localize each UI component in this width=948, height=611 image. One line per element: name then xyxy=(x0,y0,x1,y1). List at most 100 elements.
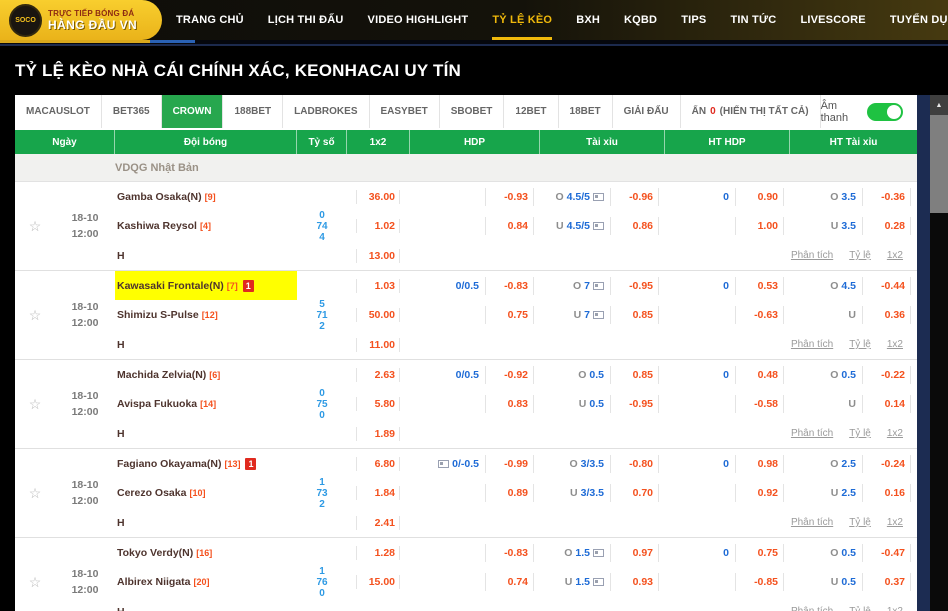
nav-item-bxh[interactable]: BXH xyxy=(576,0,600,40)
home-team-cell[interactable]: Fagiano Okayama(N) [13] 1 xyxy=(115,449,297,478)
tab-easybet[interactable]: EASYBET xyxy=(370,95,440,128)
away-team-cell[interactable]: Shimizu S-Pulse [12] xyxy=(115,300,297,330)
team-rank: [9] xyxy=(204,191,216,202)
sound-toggle[interactable] xyxy=(867,102,903,121)
x12-odds-cell: 2.41 xyxy=(347,508,410,537)
nav-item-tips[interactable]: TIPS xyxy=(681,0,706,40)
link-phan-tich[interactable]: Phân tích xyxy=(791,606,833,611)
handicap-value: 2.5 xyxy=(841,457,856,470)
score-value: 4 xyxy=(319,231,325,243)
favorite-star-icon[interactable]: ☆ xyxy=(15,271,55,359)
nav-item-lich-thi-dau[interactable]: LỊCH THI ĐẤU xyxy=(268,0,344,40)
match-row: ☆ 18-10 12:00 Machida Zelvia(N) [6] Avispa Fu… xyxy=(15,360,917,449)
over-under-odds-cell: O 7 -0.95 xyxy=(540,271,665,300)
ht-hdp-odds-cell: -0.58 xyxy=(665,389,790,419)
link-ty-le[interactable]: Tỷ lệ xyxy=(849,339,871,350)
home-team-cell[interactable]: Machida Zelvia(N) [6] xyxy=(115,360,297,389)
favorite-star-icon[interactable]: ☆ xyxy=(15,360,55,448)
handicap-area xyxy=(665,217,736,235)
scrollbar-thumb[interactable] xyxy=(930,115,948,213)
handicap-value: 0 xyxy=(723,546,729,559)
link-phan-tich[interactable]: Phân tích xyxy=(791,250,833,261)
handicap-area: U 2.5 xyxy=(790,484,863,502)
handicap-area: 0/0.5 xyxy=(410,276,486,295)
nav-item-livescore[interactable]: LIVESCORE xyxy=(800,0,865,40)
score-stats: 1 73 2 xyxy=(297,449,347,537)
tab-12bet[interactable]: 12BET xyxy=(504,95,559,128)
away-team-cell[interactable]: Kashiwa Reysol [4] xyxy=(115,211,297,241)
away-team-cell[interactable]: Avispa Fukuoka [14] xyxy=(115,389,297,419)
link-ty-le[interactable]: Tỷ lệ xyxy=(849,428,871,439)
score-value: 0 xyxy=(319,387,325,399)
link-phan-tich[interactable]: Phân tích xyxy=(791,517,833,528)
link-ty-le[interactable]: Tỷ lệ xyxy=(849,606,871,611)
match-links: Phân tích Tỷ lệ 1x2 xyxy=(665,508,917,537)
nav-item-video-highlight[interactable]: VIDEO HIGHLIGHT xyxy=(368,0,469,40)
tab-giai-dau[interactable]: GIẢI ĐẤU xyxy=(613,95,681,128)
favorite-star-icon[interactable]: ☆ xyxy=(15,449,55,537)
link-phan-tich[interactable]: Phân tích xyxy=(791,428,833,439)
tab-bet365[interactable]: BET365 xyxy=(102,95,162,128)
hidden-suffix: (HIỂN THỊ TẤT CẢ) xyxy=(719,106,809,117)
league-header[interactable]: VDQG Nhật Bản xyxy=(15,154,917,182)
handicap-area: O 1.5 xyxy=(540,543,611,562)
hidden-label: ẨN xyxy=(691,106,707,117)
odds-value: -0.95 xyxy=(611,276,659,295)
match-row: ☆ 18-10 12:00 Fagiano Okayama(N) [13] 1 Cerezo… xyxy=(15,449,917,538)
x12-odds-cell: 36.00 xyxy=(347,182,410,211)
nav-item-tuyen-dung[interactable]: TUYỂN DỤNG xyxy=(890,0,948,40)
link-1x2[interactable]: 1x2 xyxy=(887,339,903,350)
site-logo[interactable]: SOCO TRỰC TIẾP BÓNG ĐÁ HÀNG ĐẦU VN xyxy=(0,0,162,40)
home-team-cell[interactable]: Tokyo Verdy(N) [16] xyxy=(115,538,297,567)
link-1x2[interactable]: 1x2 xyxy=(887,428,903,439)
handicap-area xyxy=(410,395,486,413)
ht-hdp-odds-cell: 0 0.90 xyxy=(665,182,790,211)
link-ty-le[interactable]: Tỷ lệ xyxy=(849,250,871,261)
draw-row-label: H xyxy=(117,249,125,262)
odds-value: -0.99 xyxy=(486,454,534,473)
link-phan-tich[interactable]: Phân tích xyxy=(791,339,833,350)
favorite-star-icon[interactable]: ☆ xyxy=(15,538,55,611)
odds-value: 0.28 xyxy=(863,217,911,235)
away-team-cell[interactable]: Albirex Niigata [20] xyxy=(115,567,297,597)
red-card-badge: 1 xyxy=(242,279,254,292)
odds-value: -0.93 xyxy=(486,187,534,206)
over-under-odds-cell: U 7 0.85 xyxy=(540,300,665,330)
odds-value: 1.00 xyxy=(736,217,784,235)
handicap-value: 4.5/5 xyxy=(566,220,590,232)
nav-item-kqbd[interactable]: KQBD xyxy=(624,0,657,40)
link-1x2[interactable]: 1x2 xyxy=(887,517,903,528)
handicap-value: 2.5 xyxy=(841,487,856,499)
tab-crown[interactable]: CROWN xyxy=(161,95,224,128)
tab-sbobet[interactable]: SBOBET xyxy=(440,95,505,128)
over-under-letter: O xyxy=(830,546,839,559)
tab-macauslot[interactable]: MACAUSLOT xyxy=(15,95,102,128)
hidden-count-badge: 0 xyxy=(710,106,716,117)
link-1x2[interactable]: 1x2 xyxy=(887,606,903,611)
tab-188bet[interactable]: 188BET xyxy=(223,95,284,128)
nav-item-ty-le-keo[interactable]: TỶ LỆ KÈO xyxy=(492,0,553,40)
odds-value: -0.83 xyxy=(486,543,534,562)
handicap-value: 1.5 xyxy=(575,576,590,588)
home-team-cell[interactable]: Kawasaki Frontale(N) [7] 1 xyxy=(115,271,297,300)
match-row: ☆ 18-10 12:00 Gamba Osaka(N) [9] Kashiwa Reys… xyxy=(15,182,917,271)
over-under-odds-cell: O 1.5 0.97 xyxy=(540,538,665,567)
home-team-cell[interactable]: Gamba Osaka(N) [9] xyxy=(115,182,297,211)
link-1x2[interactable]: 1x2 xyxy=(887,250,903,261)
away-team-cell[interactable]: Cerezo Osaka [10] xyxy=(115,478,297,508)
scroll-up-button[interactable]: ▲ xyxy=(930,95,948,115)
match-date: 18-10 12:00 xyxy=(55,538,115,611)
hdp-odds-cell: 0.75 xyxy=(410,300,540,330)
odds-value: 1.03 xyxy=(356,278,400,293)
tab-18bet[interactable]: 18BET xyxy=(559,95,613,128)
over-under-letter: U xyxy=(848,309,856,321)
tab-hidden-matches[interactable]: ẨN 0 (HIỂN THỊ TẤT CẢ) xyxy=(681,95,821,128)
favorite-star-icon[interactable]: ☆ xyxy=(15,182,55,270)
ht-over-under-odds-cell: O 4.5 -0.44 xyxy=(790,271,917,300)
nav-item-trang-chu[interactable]: TRANG CHỦ xyxy=(176,0,244,40)
scrollbar[interactable]: ▲ xyxy=(930,95,948,611)
link-ty-le[interactable]: Tỷ lệ xyxy=(849,517,871,528)
tab-ladbrokes[interactable]: LADBROKES xyxy=(283,95,370,128)
nav-item-tin-tuc[interactable]: TIN TỨC xyxy=(730,0,776,40)
odds-value: 0.93 xyxy=(611,573,659,591)
